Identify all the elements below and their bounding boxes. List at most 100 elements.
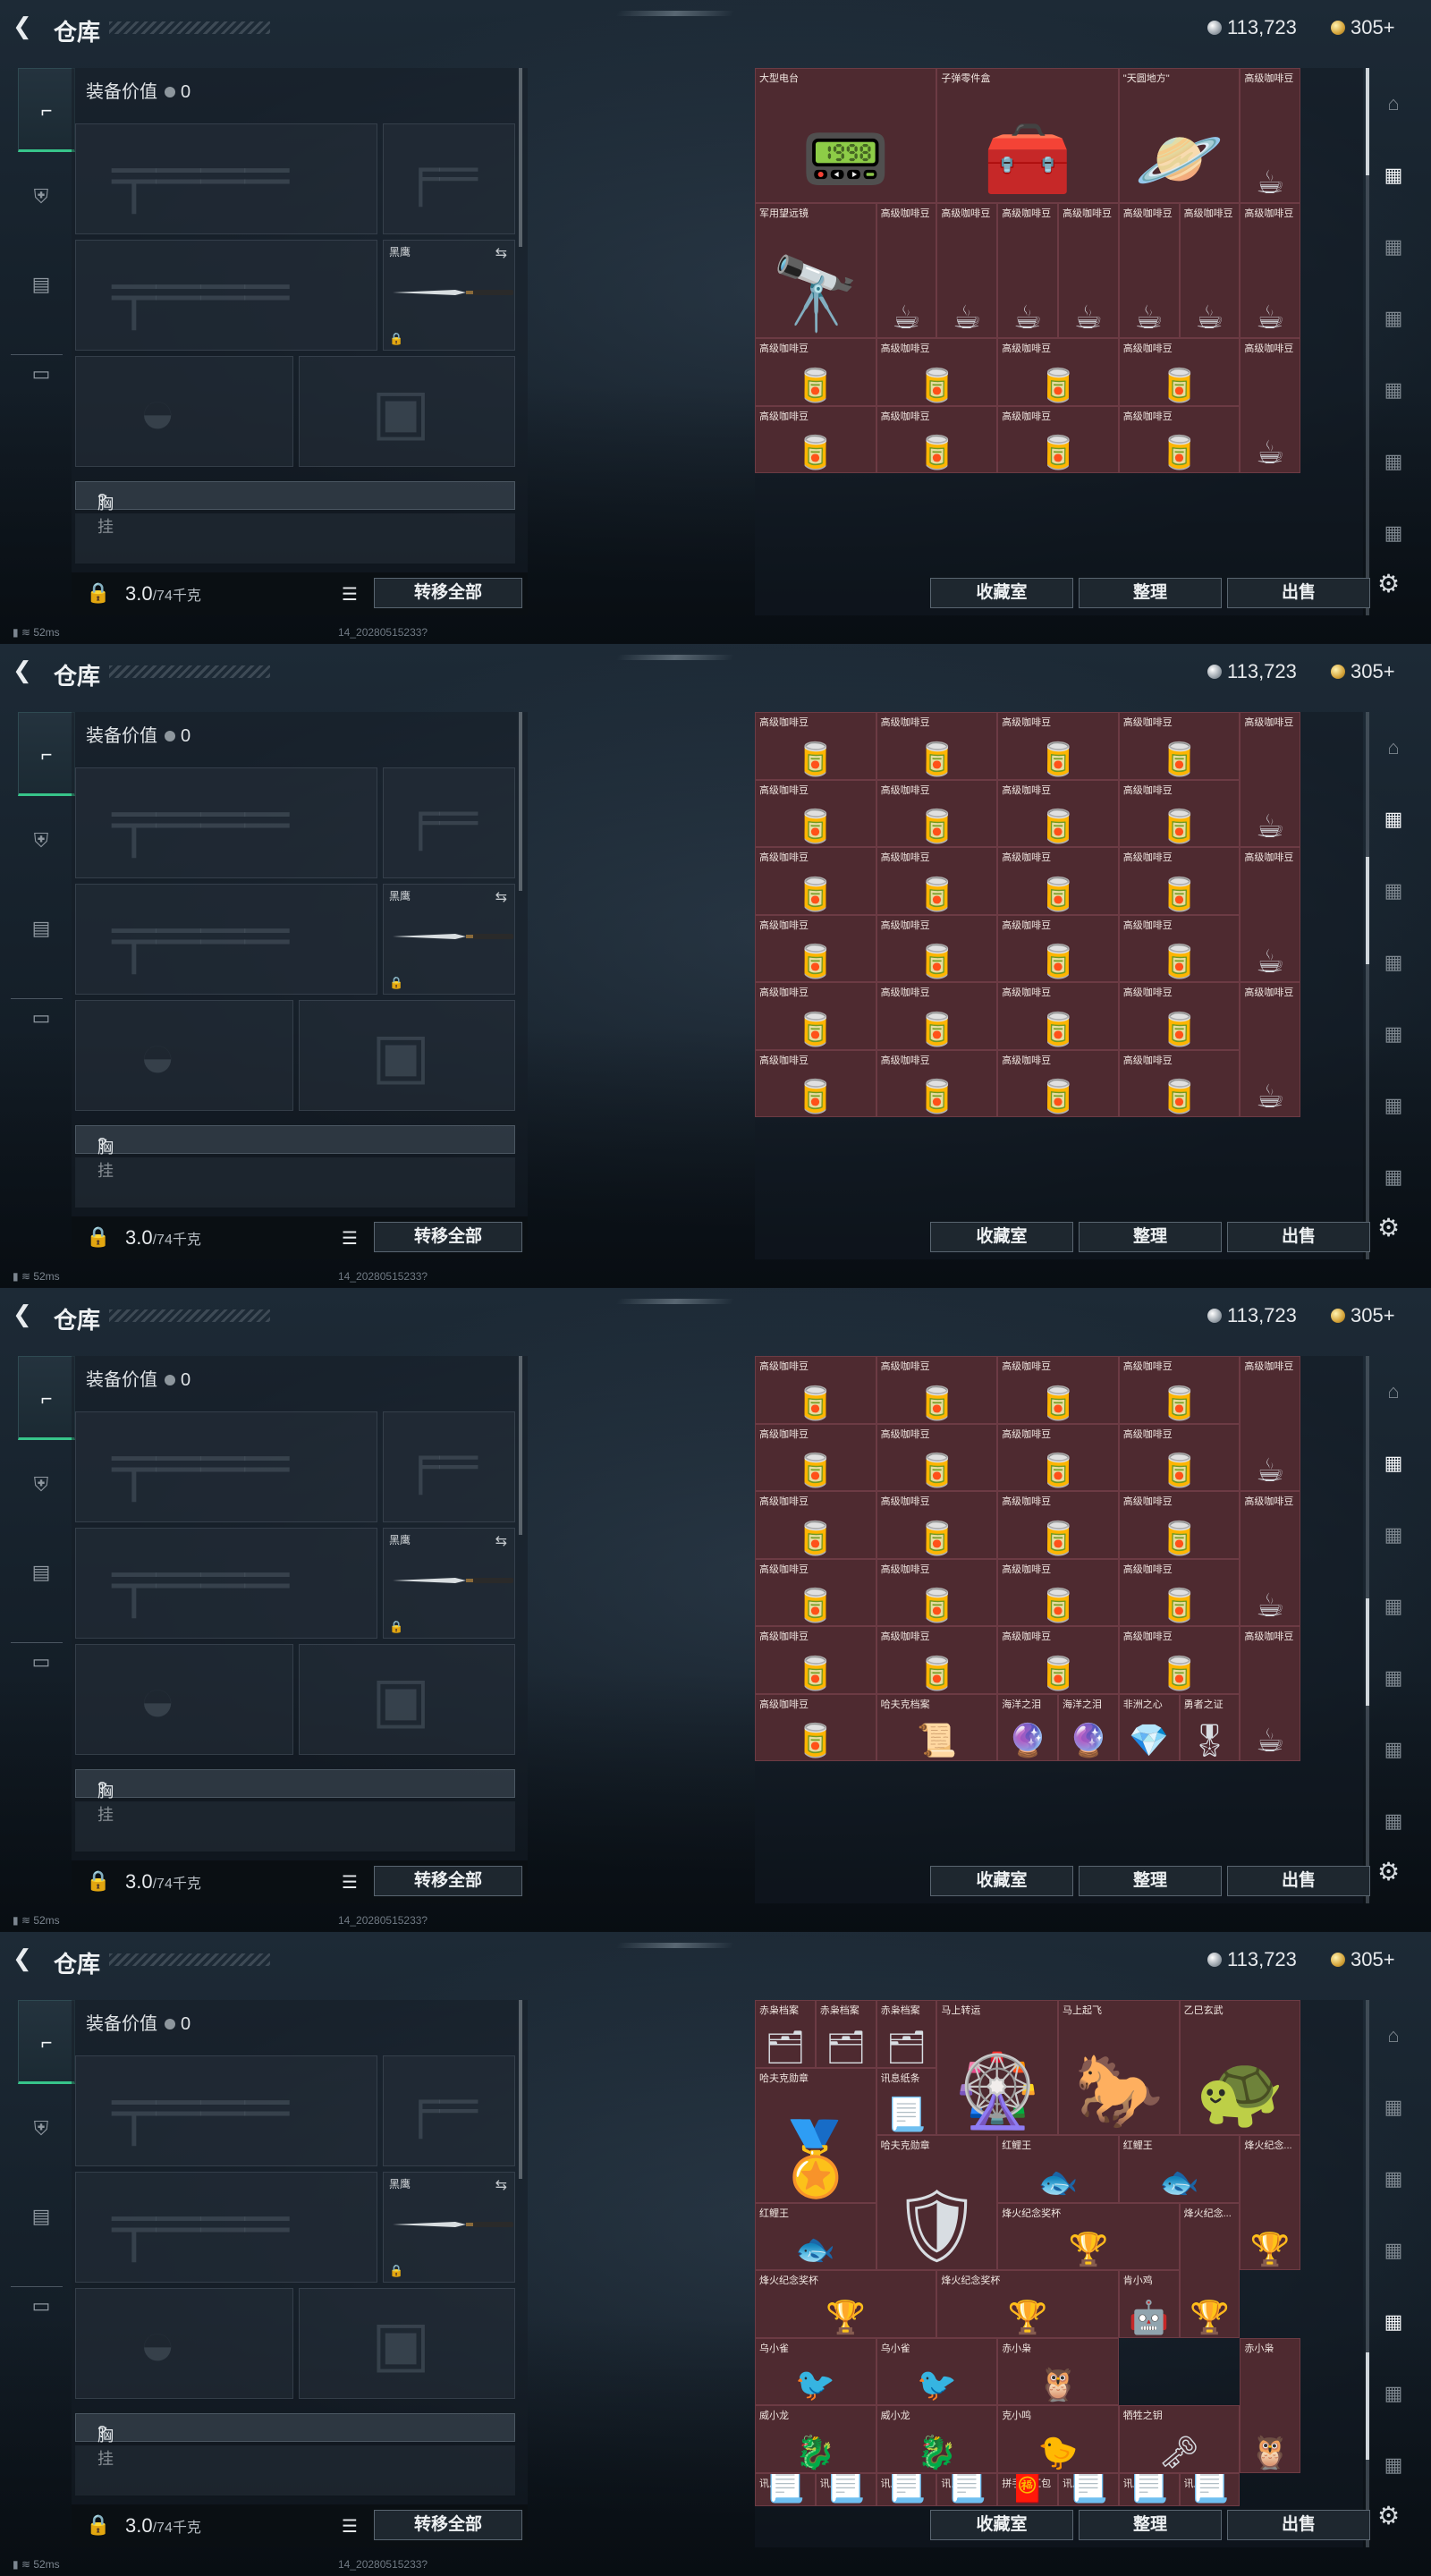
page-6-tab-icon[interactable]: ▦ — [1376, 1159, 1411, 1195]
sort-button[interactable]: 整理 — [1079, 578, 1222, 608]
inventory-item[interactable]: 高级咖啡豆 🥫 — [1118, 1491, 1240, 1559]
armor-tab-icon[interactable]: ⛨ — [20, 1463, 63, 1506]
page-5-tab-icon[interactable]: ▦ — [1376, 2376, 1411, 2411]
case-tab-icon[interactable]: ▭ — [20, 352, 63, 395]
inventory-item[interactable]: 高级咖啡豆 🥫 — [997, 712, 1119, 780]
inventory-item[interactable]: 高级咖啡豆 🥫 — [876, 1356, 998, 1424]
storage-tab-icon[interactable]: ⌂ — [1376, 2018, 1411, 2054]
case-tab-icon[interactable]: ▭ — [20, 2284, 63, 2327]
equipment-scrollbar[interactable] — [519, 2000, 522, 2179]
inventory-item[interactable]: 高级咖啡豆 🥫 — [755, 338, 876, 406]
inventory-item[interactable]: 高级咖啡豆 🥫 — [997, 1356, 1119, 1424]
backpack-tab-icon[interactable]: ▤ — [20, 907, 63, 950]
sell-button[interactable]: 出售 — [1227, 1222, 1370, 1252]
inventory-item[interactable]: 哈夫克勋章 🏅 — [755, 2067, 876, 2203]
inventory-item[interactable]: 高级咖啡豆 ☕ — [1240, 68, 1301, 203]
inventory-item[interactable]: 高级咖啡豆 🥫 — [997, 1558, 1119, 1626]
primary-weapon-slot[interactable]: ╤═══ — [75, 1411, 377, 1522]
page-3-tab-icon[interactable]: ▦ — [1376, 301, 1411, 336]
inventory-item[interactable]: 哈夫克勋章 🛡 — [876, 2135, 998, 2270]
melee-slot[interactable]: 黑鹰 ⇆ 🔒 — [383, 240, 515, 351]
inventory-item[interactable]: 高级咖啡豆 🥫 — [1118, 1626, 1240, 1694]
inventory-item[interactable]: 高级咖啡豆 ☕ — [1240, 712, 1301, 847]
inventory-item[interactable]: 高级咖啡豆 ☕ — [997, 203, 1058, 338]
gold-currency[interactable]: 305+ — [1331, 660, 1395, 683]
equipment-scrollbar[interactable] — [519, 68, 522, 247]
inventory-item[interactable]: 赤枭档案 🗂 — [815, 2000, 876, 2068]
inventory-item[interactable]: 高级咖啡豆 ☕ — [1240, 1626, 1301, 1761]
transfer-all-button[interactable]: 转移全部 — [374, 578, 522, 608]
transfer-all-button[interactable]: 转移全部 — [374, 1866, 522, 1896]
armor-tab-icon[interactable]: ⛨ — [20, 819, 63, 862]
storage-tab-icon[interactable]: ⌂ — [1376, 1374, 1411, 1410]
inventory-item[interactable]: 高级咖啡豆 🥫 — [1118, 914, 1240, 982]
page-1-tab-icon[interactable]: ▦ — [1376, 1445, 1411, 1481]
helmet-slot[interactable]: ◒ — [75, 1000, 293, 1111]
inventory-item[interactable]: 高级咖啡豆 ☕ — [1240, 847, 1301, 982]
inventory-item[interactable]: "天圆地方" 🪐 — [1118, 68, 1240, 203]
pistol-slot[interactable]: ╒═ — [383, 767, 515, 878]
inventory-item[interactable]: 高级咖啡豆 🥫 — [997, 405, 1119, 473]
vault-button[interactable]: 收藏室 — [930, 1866, 1073, 1896]
inventory-item[interactable]: 高级咖啡豆 🥫 — [1118, 338, 1240, 406]
page-5-tab-icon[interactable]: ▦ — [1376, 1088, 1411, 1123]
pistol-slot[interactable]: ╒═ — [383, 1411, 515, 1522]
inventory-item[interactable]: 高级咖啡豆 🥫 — [876, 847, 998, 915]
inventory-item[interactable]: 克小鸣 🐤 — [997, 2405, 1119, 2473]
backpack-tab-icon[interactable]: ▤ — [20, 263, 63, 306]
help-icon[interactable]: ? — [97, 1135, 106, 1154]
transfer-all-button[interactable]: 转移全部 — [374, 2510, 522, 2540]
case-tab-icon[interactable]: ▭ — [20, 996, 63, 1039]
chest-rig-slot[interactable]: 胸挂 ? — [75, 2413, 515, 2468]
inventory-item[interactable]: 烽火纪念奖杯 🏆 — [755, 2270, 937, 2338]
inventory-item[interactable]: 海洋之泪 🔮 — [1058, 1693, 1119, 1761]
inventory-item[interactable]: 哈夫克档案 📜 — [876, 1693, 998, 1761]
page-2-tab-icon[interactable]: ▦ — [1376, 229, 1411, 265]
inventory-item[interactable]: 大型电台 📟 — [755, 68, 937, 203]
vault-button[interactable]: 收藏室 — [930, 1222, 1073, 1252]
gun-tab-icon[interactable]: ⌐ — [18, 68, 75, 152]
inventory-item[interactable]: 高级咖啡豆 🥫 — [1118, 1049, 1240, 1117]
page-2-tab-icon[interactable]: ▦ — [1376, 2161, 1411, 2197]
backpack-tab-icon[interactable]: ▤ — [20, 2195, 63, 2238]
inventory-item[interactable]: 高级咖啡豆 🥫 — [997, 1491, 1119, 1559]
gun-tab-icon[interactable]: ⌐ — [18, 2000, 75, 2084]
inventory-item[interactable]: 讯息纸条 📃 — [755, 2472, 816, 2507]
inventory-item[interactable]: 高级咖啡豆 ☕ — [1240, 982, 1301, 1117]
inventory-item[interactable]: 高级咖啡豆 🥫 — [876, 914, 998, 982]
inventory-item[interactable]: 高级咖啡豆 🥫 — [997, 1423, 1119, 1491]
sort-button[interactable]: 整理 — [1079, 1866, 1222, 1896]
gun-tab-icon[interactable]: ⌐ — [18, 1356, 75, 1440]
inventory-item[interactable]: 高级咖啡豆 🥫 — [755, 779, 876, 847]
sell-button[interactable]: 出售 — [1227, 1866, 1370, 1896]
inventory-item[interactable]: 高级咖啡豆 🥫 — [755, 1423, 876, 1491]
inventory-item[interactable]: 马上起飞 🐎 — [1058, 2000, 1180, 2135]
secondary-weapon-slot[interactable]: ╤═══ — [75, 2172, 377, 2283]
inventory-item[interactable]: 拼手型红包 🧧 — [997, 2472, 1058, 2507]
inventory-item[interactable]: 高级咖啡豆 🥫 — [876, 1626, 998, 1694]
armor-slot[interactable]: ▣ — [299, 356, 515, 467]
inventory-item[interactable]: 子弹零件盒 🧰 — [936, 68, 1119, 203]
inventory-item[interactable]: 高级咖啡豆 🥫 — [755, 914, 876, 982]
inventory-item[interactable]: 讯息纸条 📃 — [815, 2472, 876, 2507]
helmet-slot[interactable]: ◒ — [75, 2288, 293, 2399]
helmet-slot[interactable]: ◒ — [75, 356, 293, 467]
armor-slot[interactable]: ▣ — [299, 1000, 515, 1111]
storage-tab-icon[interactable]: ⌂ — [1376, 730, 1411, 766]
inventory-item[interactable]: 高级咖啡豆 🥫 — [876, 1049, 998, 1117]
inventory-item[interactable]: 高级咖啡豆 🥫 — [876, 779, 998, 847]
back-arrow-icon[interactable]: ❮ — [13, 1302, 38, 1327]
inventory-item[interactable]: 高级咖啡豆 🥫 — [997, 847, 1119, 915]
inventory-item[interactable]: 赤小枭 🦉 — [1240, 2337, 1301, 2473]
inventory-item[interactable]: 烽火纪念奖杯 🏆 — [936, 2270, 1119, 2338]
inventory-item[interactable]: 高级咖啡豆 🥫 — [1118, 847, 1240, 915]
list-icon[interactable]: ☰ — [342, 1871, 358, 1894]
backpack-tab-icon[interactable]: ▤ — [20, 1551, 63, 1594]
page-2-tab-icon[interactable]: ▦ — [1376, 1517, 1411, 1553]
back-arrow-icon[interactable]: ❮ — [13, 658, 38, 683]
inventory-item[interactable]: 高级咖啡豆 🥫 — [755, 1558, 876, 1626]
gear-icon[interactable]: ⚙ — [1377, 2501, 1400, 2530]
inventory-item[interactable]: 烽火纪念... 🏆 — [1240, 2135, 1301, 2270]
melee-slot[interactable]: 黑鹰 ⇆ 🔒 — [383, 884, 515, 995]
inventory-item[interactable]: 高级咖啡豆 🥫 — [997, 338, 1119, 406]
